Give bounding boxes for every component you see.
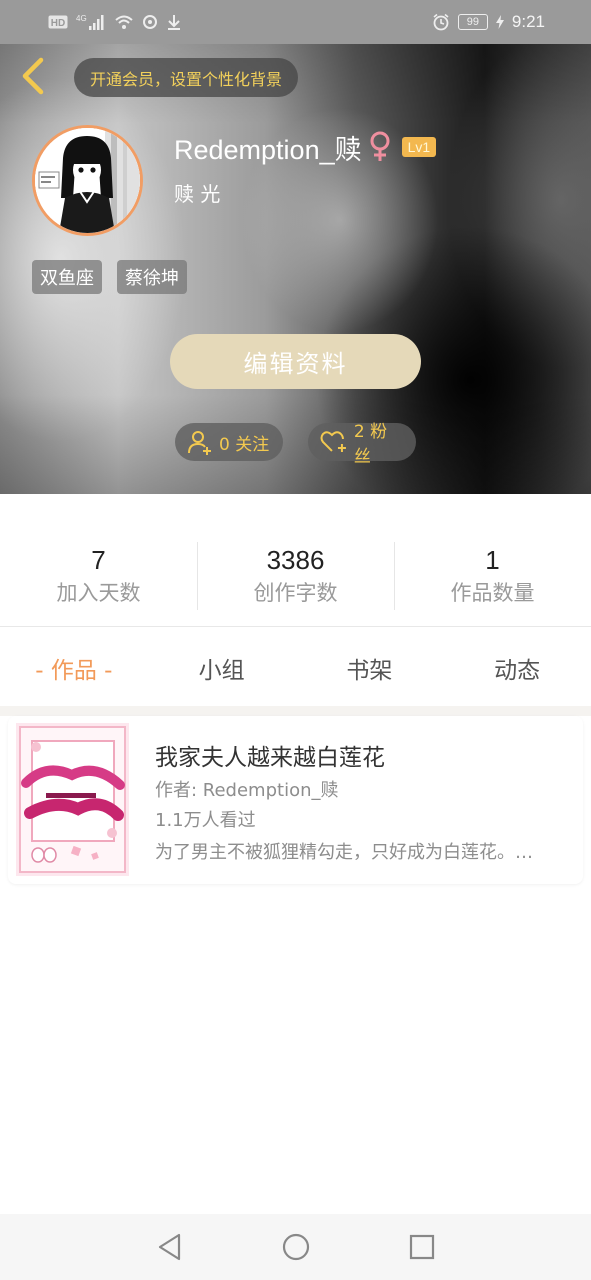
nav-back-button[interactable] bbox=[150, 1227, 190, 1267]
book-author: 作者: Redemption_赎 bbox=[155, 780, 339, 801]
book-cover bbox=[16, 723, 129, 876]
tab-groups[interactable]: 小组 bbox=[148, 651, 296, 685]
following-label: 0 关注 bbox=[219, 434, 270, 455]
nav-home-button[interactable] bbox=[276, 1227, 316, 1267]
stat-label: 创作字数 bbox=[253, 581, 338, 605]
charging-icon bbox=[495, 15, 504, 29]
heart-plus-icon bbox=[320, 431, 346, 452]
content-background bbox=[0, 706, 591, 716]
nickname: 赎 光 bbox=[174, 182, 221, 206]
status-bar-left: HD 4G bbox=[48, 13, 182, 31]
stat-label: 作品数量 bbox=[450, 581, 535, 605]
tag-constellation: 双鱼座 bbox=[32, 260, 102, 294]
system-nav-bar bbox=[0, 1214, 591, 1280]
download-icon bbox=[166, 14, 182, 30]
stat-words-written: 3386 创作字数 bbox=[197, 540, 394, 612]
svg-text:HD: HD bbox=[51, 18, 65, 29]
wifi-icon bbox=[114, 14, 134, 30]
divider bbox=[0, 626, 591, 627]
sync-icon bbox=[142, 14, 158, 30]
back-triangle-icon bbox=[158, 1233, 180, 1261]
svg-text:4G: 4G bbox=[76, 14, 87, 23]
avatar[interactable] bbox=[32, 125, 143, 236]
tab-works[interactable]: - 作品 - bbox=[0, 651, 148, 685]
book-title: 我家夫人越来越白莲花 bbox=[155, 745, 385, 771]
alarm-icon bbox=[432, 13, 450, 31]
stat-value: 3386 bbox=[266, 545, 325, 575]
tab-bookshelf[interactable]: 书架 bbox=[296, 651, 444, 685]
profile-tabs: - 作品 - 小组 书架 动态 bbox=[0, 630, 591, 706]
book-views: 1.1万人看过 bbox=[155, 810, 256, 831]
add-user-icon bbox=[188, 431, 211, 455]
fans-button[interactable]: 2 粉丝 bbox=[308, 422, 416, 467]
stat-label: 加入天数 bbox=[56, 581, 141, 605]
status-bar: HD 4G 99 9:21 bbox=[0, 0, 591, 44]
chevron-left-icon bbox=[22, 57, 44, 95]
back-button[interactable] bbox=[14, 56, 50, 96]
female-icon bbox=[368, 131, 392, 163]
tags: 双鱼座 蔡徐坤 bbox=[32, 260, 187, 294]
stat-works-count: 1 作品数量 bbox=[394, 540, 591, 612]
username: Redemption_赎 bbox=[174, 134, 362, 165]
tab-activity[interactable]: 动态 bbox=[443, 651, 591, 685]
stats-row: 7 加入天数 3386 创作字数 1 作品数量 bbox=[0, 540, 591, 612]
status-bar-right: 99 9:21 bbox=[432, 12, 545, 32]
fans-label: 2 粉丝 bbox=[353, 422, 388, 467]
username-row: Redemption_赎 Lv1 bbox=[174, 128, 437, 166]
battery-icon: 99 bbox=[457, 14, 488, 30]
vip-background-banner[interactable]: 开通会员，设置个性化背景 bbox=[74, 58, 299, 97]
nav-recents-button[interactable] bbox=[402, 1227, 442, 1267]
signal-icon: 4G bbox=[76, 13, 106, 31]
tag-idol: 蔡徐坤 bbox=[117, 260, 187, 294]
home-circle-icon bbox=[282, 1233, 309, 1261]
edit-profile-button[interactable]: 编辑资料 bbox=[170, 334, 421, 389]
stat-value: 1 bbox=[485, 545, 500, 575]
hd-icon: HD bbox=[48, 15, 68, 29]
stat-days-joined: 7 加入天数 bbox=[0, 540, 197, 612]
level-badge: Lv1 bbox=[401, 137, 437, 157]
following-button[interactable]: 0 关注 bbox=[175, 423, 283, 461]
status-time: 9:21 bbox=[511, 12, 545, 31]
book-description: 为了男主不被狐狸精勾走，只好成为白莲花。… bbox=[155, 842, 533, 863]
book-card[interactable]: 我家夫人越来越白莲花 作者: Redemption_赎 1.1万人看过 为了男主… bbox=[8, 716, 583, 884]
stat-value: 7 bbox=[91, 545, 106, 575]
recents-square-icon bbox=[409, 1234, 434, 1260]
